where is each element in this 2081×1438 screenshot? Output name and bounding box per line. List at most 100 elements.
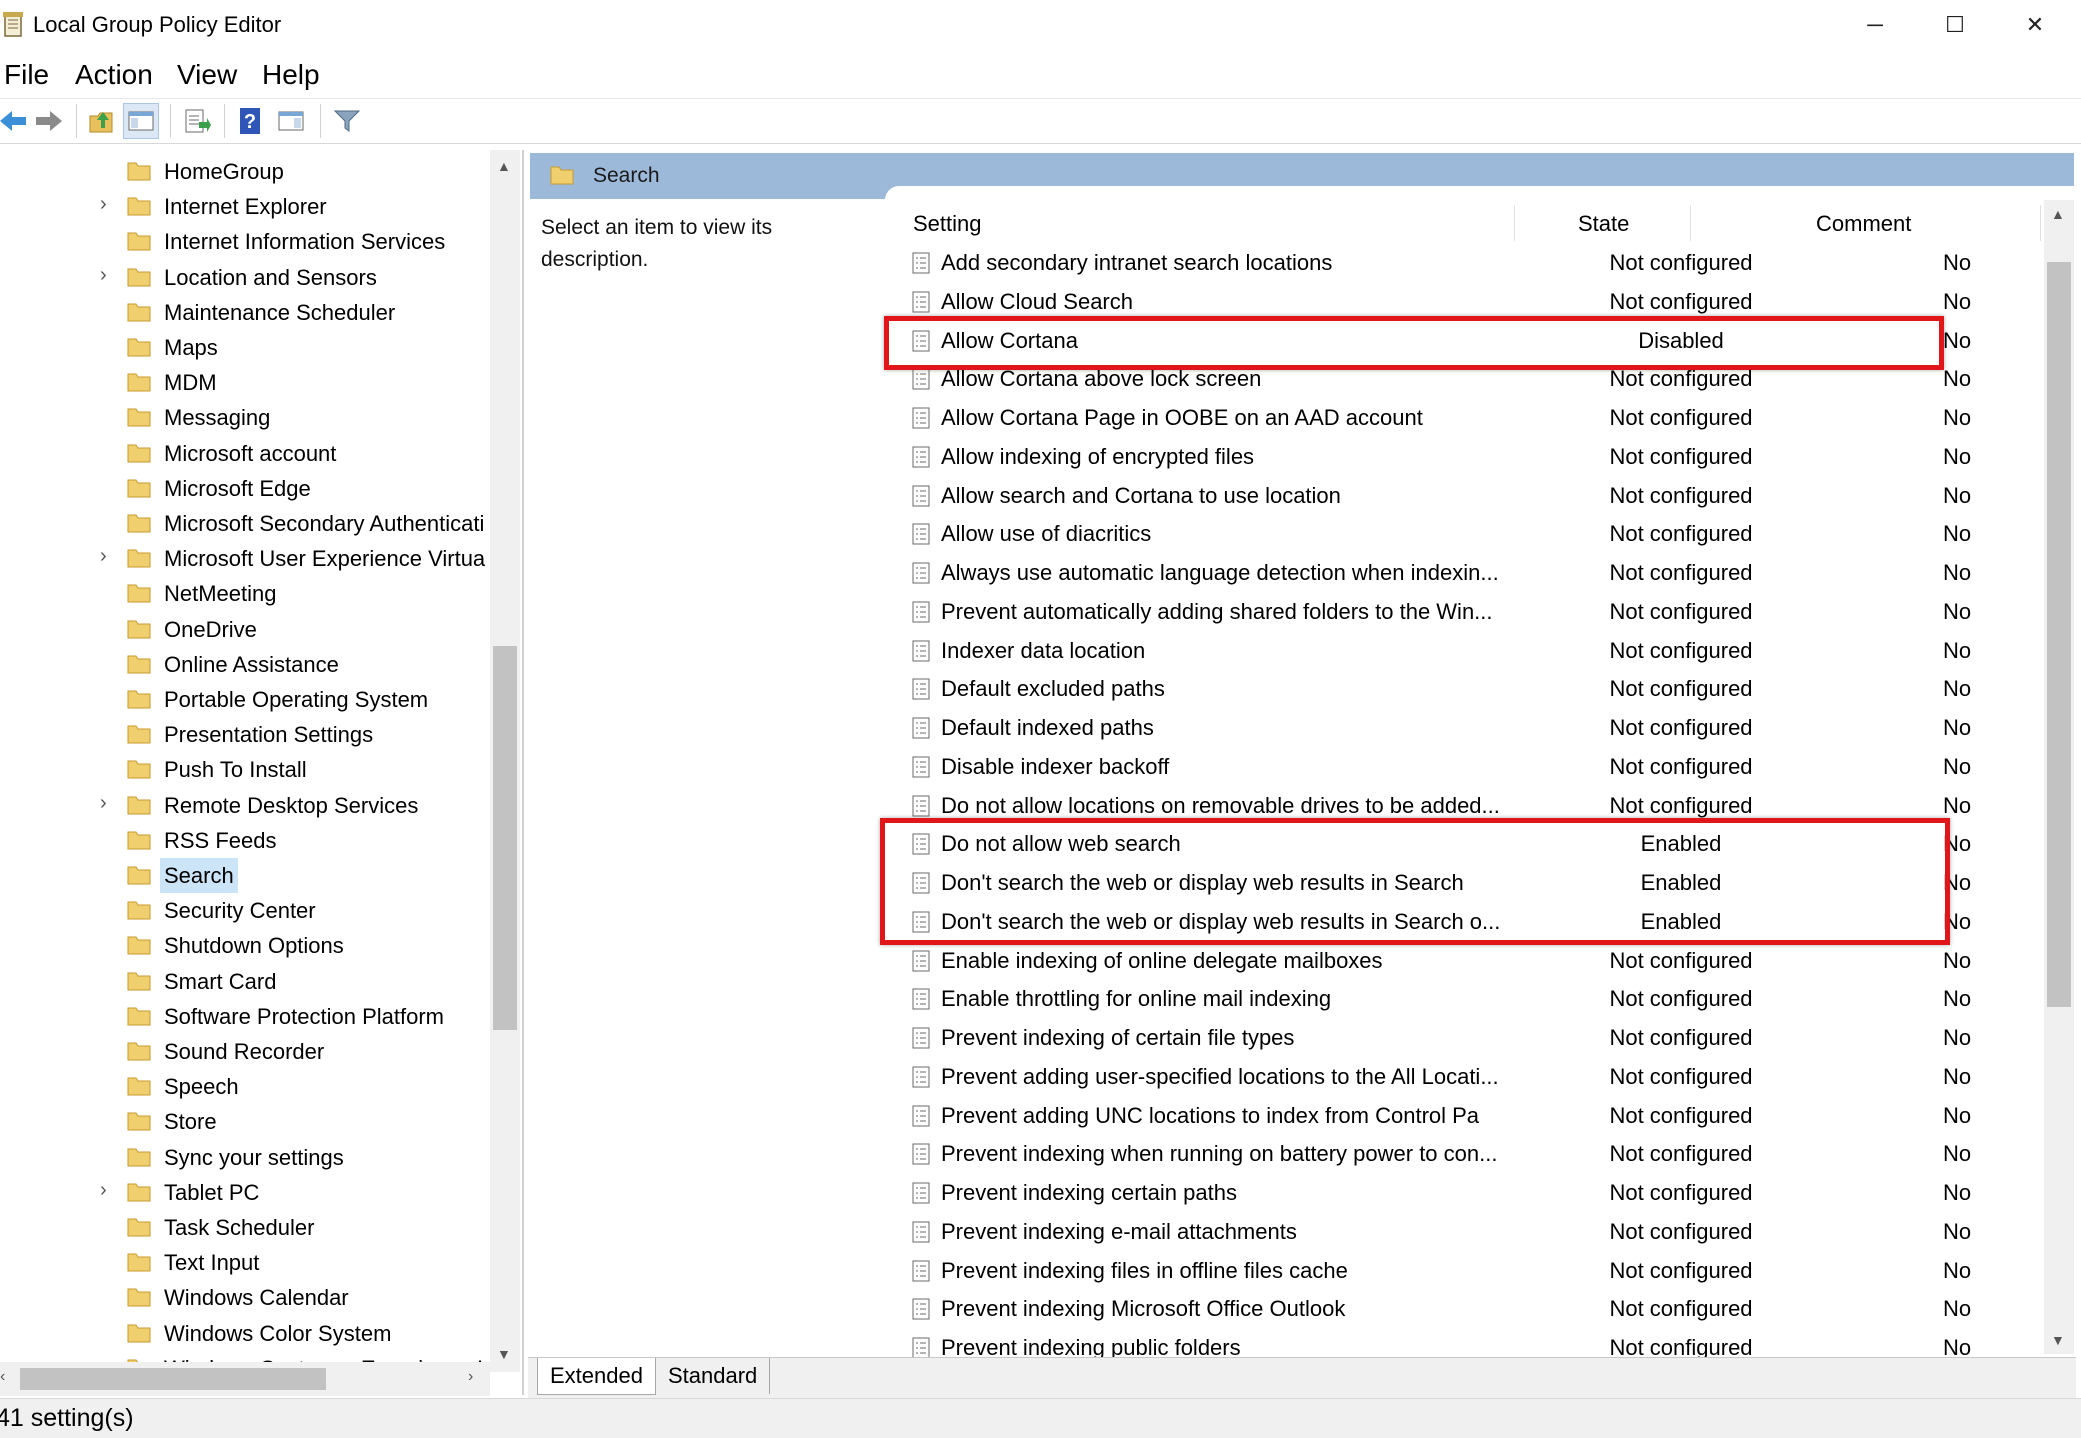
tree-item[interactable]: MDM (0, 365, 490, 400)
tree-item[interactable]: Internet Information Services (0, 224, 490, 259)
maximize-button[interactable]: ☐ (1915, 0, 1995, 50)
scroll-right-icon[interactable]: › (468, 1368, 473, 1386)
tree-item[interactable]: Speech (0, 1069, 490, 1104)
setting-row[interactable]: Prevent indexing of certain file types No… (880, 1019, 2045, 1057)
setting-row[interactable]: Prevent indexing Microsoft Office Outloo… (880, 1290, 2045, 1328)
setting-row[interactable]: Prevent adding UNC locations to index fr… (880, 1097, 2045, 1135)
chevron-right-icon[interactable]: › (100, 1179, 107, 1202)
tree-item[interactable]: Text Input (0, 1245, 490, 1280)
setting-row[interactable]: Prevent indexing when running on battery… (880, 1135, 2045, 1173)
tree-item[interactable]: Software Protection Platform (0, 999, 490, 1034)
tree-hscroll-thumb[interactable] (20, 1368, 326, 1390)
tree-item[interactable]: Search (0, 858, 490, 893)
column-divider[interactable] (1514, 205, 1515, 241)
setting-row[interactable]: Enable throttling for online mail indexi… (880, 980, 2045, 1018)
setting-row[interactable]: Allow use of diacritics Not configured No (880, 515, 2045, 553)
tree-item[interactable]: Store (0, 1104, 490, 1139)
scroll-down-icon[interactable]: ▼ (2051, 1332, 2065, 1348)
setting-row[interactable]: Prevent indexing files in offline files … (880, 1252, 2045, 1290)
tree-item[interactable]: Microsoft Secondary Authenticati (0, 506, 490, 541)
setting-state: Not configured (1609, 1218, 1753, 1244)
chevron-right-icon[interactable]: › (100, 264, 107, 287)
filter-icon[interactable] (330, 104, 364, 138)
tree-item[interactable]: Push To Install (0, 752, 490, 787)
setting-row[interactable]: Allow Cortana Page in OOBE on an AAD acc… (880, 399, 2045, 437)
tree-item[interactable]: Windows Calendar (0, 1280, 490, 1315)
tree-item[interactable]: › Internet Explorer (0, 189, 490, 224)
setting-row[interactable]: Prevent automatically adding shared fold… (880, 593, 2045, 631)
show-hide-tree-icon[interactable] (123, 103, 159, 139)
export-list-icon[interactable] (180, 104, 214, 138)
tree-item[interactable]: Security Center (0, 893, 490, 928)
tree-item[interactable]: › Microsoft User Experience Virtua (0, 541, 490, 576)
setting-row[interactable]: Add secondary intranet search locations N… (880, 244, 2045, 282)
tree-item[interactable]: Smart Card (0, 964, 490, 999)
show-action-pane-icon[interactable] (274, 104, 308, 138)
tree-item[interactable]: Microsoft account (0, 436, 490, 471)
tree-item[interactable]: Windows Color System (0, 1316, 490, 1351)
tree-item[interactable]: Presentation Settings (0, 717, 490, 752)
setting-row[interactable]: Default indexed paths Not configured No (880, 709, 2045, 747)
scroll-left-icon[interactable]: ‹ (0, 1368, 5, 1386)
tree-item-label: Internet Explorer (164, 194, 327, 220)
help-icon[interactable]: ? (233, 104, 267, 138)
menu-action[interactable]: Action (75, 56, 153, 94)
tab-standard[interactable]: Standard (656, 1358, 771, 1394)
tree-item[interactable]: Online Assistance (0, 647, 490, 682)
folder-icon (127, 510, 151, 534)
setting-row[interactable]: Disable indexer backoff Not configured No (880, 748, 2045, 786)
forward-arrow-icon[interactable] (32, 104, 66, 138)
setting-row[interactable]: Prevent indexing e-mail attachments Not c… (880, 1213, 2045, 1251)
setting-row[interactable]: Prevent adding user-specified locations … (880, 1058, 2045, 1096)
setting-row[interactable]: Prevent indexing certain paths Not config… (880, 1174, 2045, 1212)
column-setting[interactable]: Setting (913, 206, 982, 242)
tree-item[interactable]: › Tablet PC (0, 1175, 490, 1210)
minimize-button[interactable]: ─ (1835, 0, 1915, 50)
details-scroll-thumb[interactable] (2047, 262, 2071, 1007)
setting-row[interactable]: Allow indexing of encrypted files Not con… (880, 438, 2045, 476)
tree-item[interactable]: › Location and Sensors (0, 260, 490, 295)
tree-item[interactable]: Sync your settings (0, 1140, 490, 1175)
chevron-right-icon[interactable]: › (100, 193, 107, 216)
up-folder-icon[interactable] (85, 104, 119, 138)
tree-item[interactable]: Maps (0, 330, 490, 365)
tree-item[interactable]: Task Scheduler (0, 1210, 490, 1245)
setting-row[interactable]: Enable indexing of online delegate mailb… (880, 942, 2045, 980)
tree-item[interactable]: Sound Recorder (0, 1034, 490, 1069)
column-divider[interactable] (1690, 205, 1691, 241)
setting-name: Prevent adding UNC locations to index fr… (941, 1102, 1480, 1128)
scroll-up-icon[interactable]: ▲ (497, 158, 511, 174)
setting-row[interactable]: Always use automatic language detection … (880, 554, 2045, 592)
chevron-right-icon[interactable]: › (100, 545, 107, 568)
tree-item-label: Search (160, 858, 238, 893)
tree-item[interactable]: HomeGroup (0, 154, 490, 189)
setting-row[interactable]: Indexer data location Not configured No (880, 632, 2045, 670)
tree-item[interactable]: Portable Operating System (0, 682, 490, 717)
tab-extended[interactable]: Extended (537, 1358, 656, 1395)
tree-item-label: Location and Sensors (164, 264, 377, 290)
tree-item[interactable]: › Remote Desktop Services (0, 788, 490, 823)
tree-item[interactable]: RSS Feeds (0, 823, 490, 858)
tree-scroll-thumb[interactable] (493, 646, 517, 1030)
back-arrow-icon[interactable] (0, 104, 30, 138)
tree-item[interactable]: Shutdown Options (0, 928, 490, 963)
close-button[interactable]: ✕ (1995, 0, 2075, 50)
tree-item[interactable]: Messaging (0, 400, 490, 435)
column-state[interactable]: State (1578, 206, 1629, 242)
tree-item[interactable]: OneDrive (0, 612, 490, 647)
policy-setting-icon (912, 988, 930, 1010)
scroll-up-icon[interactable]: ▲ (2051, 206, 2065, 222)
scroll-down-icon[interactable]: ▼ (497, 1346, 511, 1362)
menu-help[interactable]: Help (262, 56, 320, 94)
setting-row[interactable]: Allow search and Cortana to use location… (880, 477, 2045, 515)
column-divider[interactable] (2040, 205, 2041, 241)
menu-view[interactable]: View (177, 56, 237, 94)
tree-item[interactable]: Microsoft Edge (0, 471, 490, 506)
setting-row[interactable]: Default excluded paths Not configured No (880, 670, 2045, 708)
menu-file[interactable]: File (4, 56, 49, 94)
column-comment[interactable]: Comment (1816, 206, 1911, 242)
setting-comment: No (1942, 1180, 1972, 1205)
tree-item[interactable]: NetMeeting (0, 576, 490, 611)
chevron-right-icon[interactable]: › (100, 792, 107, 815)
tree-item[interactable]: Maintenance Scheduler (0, 295, 490, 330)
